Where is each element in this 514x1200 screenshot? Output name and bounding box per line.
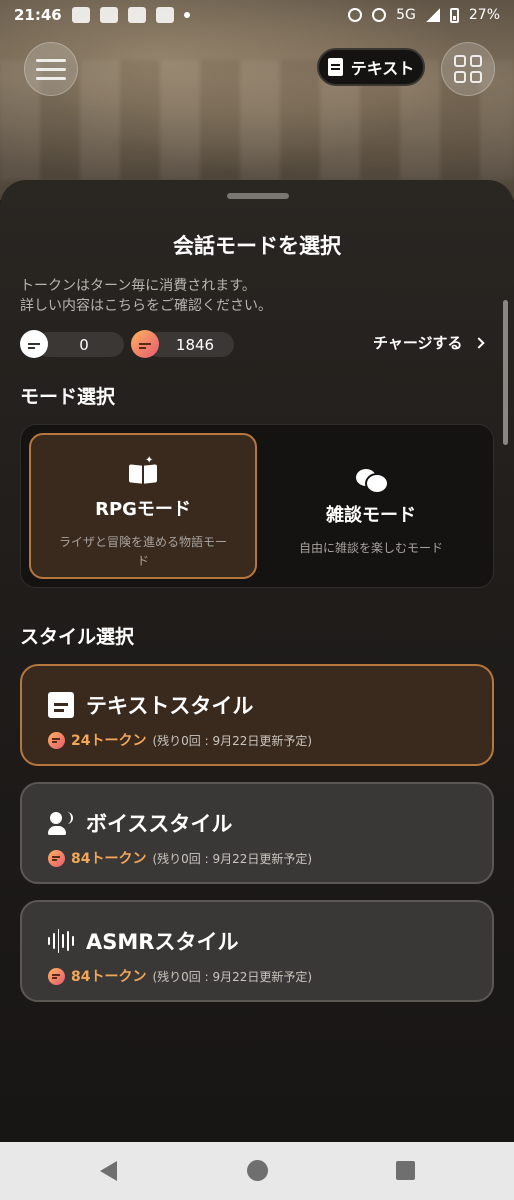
asmr-style-cost: 84トークン (残り0回 : 9月22日更新予定) (48, 966, 312, 986)
signal-icon (425, 8, 440, 22)
asmr-style-title: ASMRスタイル (86, 930, 239, 954)
notification-icons (71, 7, 190, 23)
text-toggle-label: テキスト (350, 59, 415, 78)
token-icon (48, 731, 65, 749)
chat-bubbles-icon (351, 461, 391, 493)
info-line-2: 詳しい内容はこちらをご確認ください。 (20, 298, 272, 314)
text-mode-toggle[interactable]: テキスト (317, 48, 425, 86)
asmr-style-cost-note: (残り0回 : 9月22日更新予定) (152, 969, 313, 984)
rpg-mode-desc-line2: ド (136, 554, 149, 568)
chat-mode-card[interactable]: 雑談モード 自由に雑談を楽しむモード (257, 433, 485, 579)
voice-icon (48, 810, 74, 836)
twitch-icon (71, 7, 90, 23)
status-time: 21:46 (14, 6, 62, 24)
style-section-label: スタイル選択 (20, 626, 135, 648)
menu-button[interactable] (24, 42, 78, 96)
system-nav-bar (0, 1142, 514, 1200)
more-notifications-icon (183, 12, 190, 18)
vibrate-icon (372, 8, 387, 22)
battery-icon (449, 7, 459, 23)
recents-icon[interactable] (396, 1161, 415, 1180)
rpg-mode-card[interactable]: ✦ RPGモード ライザと冒険を進める物語モー ド (29, 433, 257, 579)
chat-mode-title: 雑談モード (326, 505, 416, 526)
free-token-icon (20, 330, 48, 358)
voice-style-cost-amount: 84トークン (71, 851, 147, 867)
alarm-icon (348, 8, 363, 22)
rpg-mode-desc-line1: ライザと冒険を進める物語モー (58, 535, 227, 549)
discord-icon (127, 7, 146, 23)
token-info-text[interactable]: トークンはターン毎に消費されます。 詳しい内容はこちらをご確認ください。 (20, 276, 272, 316)
free-token-count: 0 (36, 332, 124, 357)
voice-style-card[interactable]: ボイススタイル 84トークン (残り0回 : 9月22日更新予定) (20, 782, 494, 884)
document-icon (327, 58, 343, 76)
asmr-style-card[interactable]: ASMRスタイル 84トークン (残り0回 : 9月22日更新予定) (20, 900, 494, 1002)
text-style-cost: 24トークン (残り0回 : 9月22日更新予定) (48, 730, 312, 750)
charge-link[interactable]: チャージする (373, 332, 485, 353)
text-style-card[interactable]: テキストスタイル 24トークン (残り0回 : 9月22日更新予定) (20, 664, 494, 766)
back-icon[interactable] (100, 1161, 117, 1181)
rpg-mode-title: RPGモード (95, 499, 191, 520)
mode-select-sheet: 会話モードを選択 トークンはターン毎に消費されます。 詳しい内容はこちらをご確認… (0, 180, 514, 1142)
token-icon (48, 849, 65, 867)
home-icon[interactable] (247, 1160, 268, 1181)
chevron-right-icon (472, 336, 485, 349)
paid-token-value: 1846 (175, 335, 215, 354)
grid-icon (454, 55, 466, 67)
book-sparkle-icon: ✦ (123, 455, 163, 487)
chat-mode-desc: 自由に雑談を楽しむモード (298, 541, 443, 555)
battery-level: 27% (468, 7, 500, 23)
rpg-mode-desc: ライザと冒険を進める物語モー ド (45, 533, 241, 571)
mode-section-label: モード選択 (20, 386, 116, 408)
status-bar: 21:46 5G 27% (0, 0, 514, 30)
voice-style-title: ボイススタイル (86, 812, 233, 836)
free-token-value: 0 (79, 335, 89, 354)
soundwave-icon (48, 928, 74, 954)
token-icon (48, 967, 65, 985)
paid-token-count: 1846 (146, 332, 234, 357)
mode-options: ✦ RPGモード ライザと冒険を進める物語モー ド 雑談モード 自由に雑談を楽し… (20, 424, 494, 588)
grid-menu-button[interactable] (441, 42, 495, 96)
sheet-title: 会話モードを選択 (173, 234, 341, 258)
text-style-title: テキストスタイル (86, 694, 254, 718)
asmr-style-cost-amount: 84トークン (71, 969, 147, 985)
network-type: 5G (396, 7, 416, 23)
menu-icon (36, 58, 66, 62)
document-icon (48, 692, 74, 718)
charge-label: チャージする (373, 334, 463, 352)
voice-style-cost: 84トークン (残り0回 : 9月22日更新予定) (48, 848, 312, 868)
text-style-cost-amount: 24トークン (71, 733, 147, 749)
background-scene (0, 0, 514, 200)
sheet-handle[interactable] (227, 193, 289, 199)
scrollbar[interactable] (503, 300, 508, 445)
info-line-1: トークンはターン毎に消費されます。 (20, 278, 256, 294)
text-style-cost-note: (残り0回 : 9月22日更新予定) (152, 733, 313, 748)
line-icon (155, 7, 174, 23)
paid-token-icon (131, 330, 159, 358)
voice-style-cost-note: (残り0回 : 9月22日更新予定) (152, 851, 313, 866)
twitch-icon (99, 7, 118, 23)
